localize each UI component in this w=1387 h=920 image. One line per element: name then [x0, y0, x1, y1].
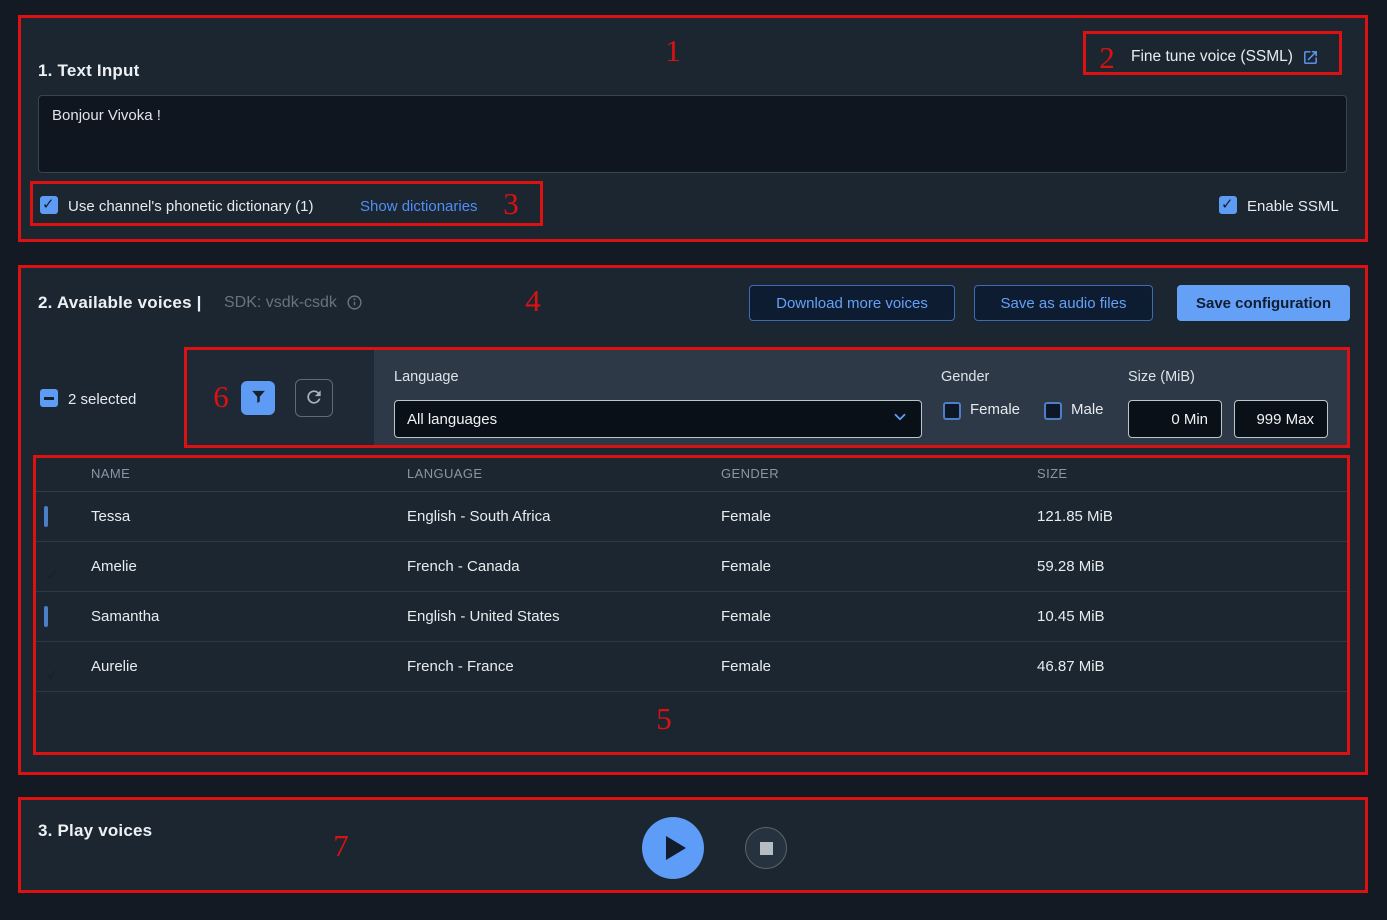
male-label: Male [1071, 401, 1104, 418]
save-as-audio-files-button[interactable]: Save as audio files [974, 285, 1153, 321]
enable-ssml-checkbox[interactable] [1219, 196, 1237, 214]
external-link-icon [1302, 49, 1319, 66]
voice-name: Aurelie [91, 658, 407, 675]
refresh-icon [304, 387, 324, 410]
voice-name: Tessa [91, 508, 407, 525]
phonetic-dictionary-checkbox[interactable] [40, 196, 58, 214]
stop-button[interactable] [745, 827, 787, 869]
voice-size: 10.45 MiB [1037, 608, 1350, 625]
fine-tune-voice-label: Fine tune voice (SSML) [1131, 48, 1293, 66]
female-label: Female [970, 401, 1020, 418]
size-min-input[interactable] [1128, 400, 1222, 438]
text-input-textarea[interactable]: Bonjour Vivoka ! [38, 95, 1347, 173]
table-row[interactable]: Tessa English - South Africa Female 121.… [33, 492, 1350, 542]
filter-icon [250, 388, 267, 408]
filter-button[interactable] [241, 381, 275, 415]
show-dictionaries-link[interactable]: Show dictionaries [360, 198, 478, 215]
refresh-button[interactable] [295, 379, 333, 417]
header-name: NAME [91, 466, 407, 481]
header-language: LANGUAGE [407, 466, 721, 481]
info-icon [346, 294, 363, 315]
voice-name: Amelie [91, 558, 407, 575]
section2-title: 2. Available voices | [38, 293, 202, 313]
play-button[interactable] [642, 817, 704, 879]
enable-ssml-label: Enable SSML [1247, 198, 1339, 215]
table-row[interactable]: Samantha English - United States Female … [33, 592, 1350, 642]
male-checkbox[interactable] [1044, 402, 1062, 420]
voices-table-body: Tessa English - South Africa Female 121.… [33, 492, 1350, 692]
chevron-down-icon [891, 408, 909, 430]
voice-language: French - France [407, 658, 721, 675]
header-gender: GENDER [721, 466, 1037, 481]
fine-tune-voice-link[interactable]: Fine tune voice (SSML) [1131, 48, 1319, 66]
size-label: Size (MiB) [1128, 369, 1195, 385]
language-select-value: All languages [407, 411, 497, 428]
section1-title: 1. Text Input [38, 61, 139, 81]
filter-toolbar-left [184, 347, 374, 448]
section3-title: 3. Play voices [38, 821, 152, 841]
table-row[interactable]: Amelie French - Canada Female 59.28 MiB [33, 542, 1350, 592]
voice-size: 46.87 MiB [1037, 658, 1350, 675]
size-max-input[interactable] [1234, 400, 1328, 438]
stop-icon [760, 842, 773, 855]
voice-name: Samantha [91, 608, 407, 625]
language-select[interactable]: All languages [394, 400, 922, 438]
row-checkbox[interactable] [44, 606, 48, 627]
voice-gender: Female [721, 608, 1037, 625]
gender-label: Gender [941, 369, 989, 385]
phonetic-dictionary-label: Use channel's phonetic dictionary (1) [68, 198, 314, 215]
select-all-checkbox[interactable] [40, 389, 58, 407]
text-input-section: 1. Text Input Fine tune voice (SSML) Bon… [18, 15, 1368, 242]
tts-configuration-page: 1. Text Input Fine tune voice (SSML) Bon… [0, 0, 1387, 920]
row-checkbox[interactable] [44, 506, 48, 527]
save-configuration-button[interactable]: Save configuration [1177, 285, 1350, 321]
voice-language: English - South Africa [407, 508, 721, 525]
voice-size: 121.85 MiB [1037, 508, 1350, 525]
download-more-voices-button[interactable]: Download more voices [749, 285, 955, 321]
voices-table-header: NAME LANGUAGE GENDER SIZE [33, 455, 1350, 492]
play-icon [666, 836, 686, 860]
sdk-label: SDK: vsdk-csdk [224, 294, 337, 312]
voices-table: NAME LANGUAGE GENDER SIZE Tessa English … [33, 455, 1350, 692]
table-row[interactable]: Aurelie French - France Female 46.87 MiB [33, 642, 1350, 692]
voice-gender: Female [721, 658, 1037, 675]
language-label: Language [394, 369, 459, 385]
available-voices-section: 2. Available voices | SDK: vsdk-csdk Dow… [18, 265, 1368, 775]
selected-count-label: 2 selected [68, 391, 136, 408]
voice-size: 59.28 MiB [1037, 558, 1350, 575]
female-checkbox[interactable] [943, 402, 961, 420]
voice-gender: Female [721, 508, 1037, 525]
voice-language: English - United States [407, 608, 721, 625]
header-size: SIZE [1037, 466, 1350, 481]
voice-language: French - Canada [407, 558, 721, 575]
voice-gender: Female [721, 558, 1037, 575]
